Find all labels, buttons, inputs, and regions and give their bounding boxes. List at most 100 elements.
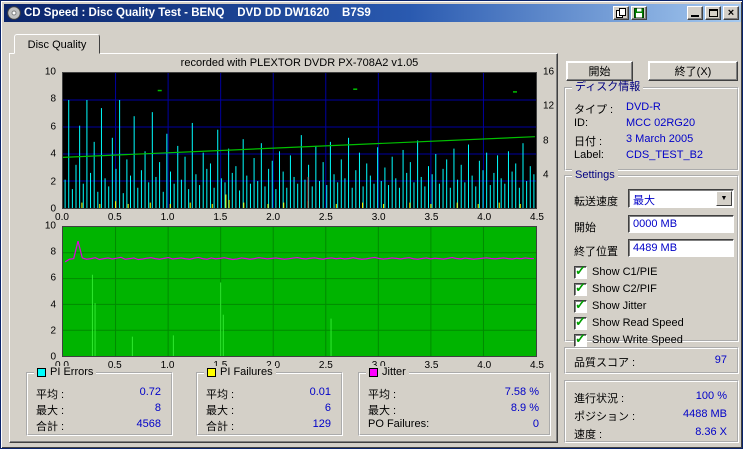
checkbox-icon[interactable]: ✓ [574, 315, 587, 330]
jitter-legend: Jitter 平均 : 7.58 % 最大 : 8.9 % PO Failures:… [358, 366, 551, 436]
checkbox-label: Show C1/PIE [592, 266, 658, 278]
disc-info-row: 日付 : 3 March 2005 [566, 133, 737, 148]
field-label: 開始 [574, 222, 596, 234]
axis-tick-label: 12 [543, 100, 555, 112]
app-window: CD Speed : Disc Quality Test - BENQ DVD … [0, 0, 743, 449]
recorded-with-note: recorded with PLEXTOR DVDR PX-708A2 v1.0… [180, 57, 419, 69]
axis-tick-label: 4.0 [477, 360, 492, 371]
axis-tick-label: 1.5 [213, 212, 228, 223]
save-button[interactable] [631, 6, 647, 20]
pi-failures-legend-title: PI Failures [204, 366, 276, 378]
end-position-field[interactable]: 4489 MB [628, 239, 734, 257]
axis-tick-label: 8 [50, 246, 56, 258]
stat-label: 平均 : [368, 389, 397, 401]
show-read-speed-checkbox[interactable]: ✓ Show Read Speed [574, 315, 684, 330]
stat-row: 平均 : 0.72 [28, 386, 171, 401]
axis-tick-label: 0.5 [107, 212, 122, 223]
jitter-legend-title: Jitter [366, 366, 409, 378]
disc-info-title: ディスク情報 [572, 81, 644, 93]
stat-row: PO Failures: 0 [360, 418, 549, 432]
transfer-speed-value: 最大 [633, 195, 655, 207]
disc-info-row: タイプ : DVD-R [566, 101, 737, 116]
axis-tick-label: 4.5 [530, 360, 544, 371]
disc-quality-panel: recorded with PLEXTOR DVDR PX-708A2 v1.0… [9, 53, 558, 443]
stat-value: 0.72 [139, 386, 161, 398]
show-c2-pif-checkbox[interactable]: ✓ Show C2/PIF [574, 279, 657, 296]
stat-row: 合計 : 129 [198, 418, 341, 433]
transfer-speed-select[interactable]: 最大 ▼ [628, 189, 734, 208]
stat-label: 最大 : [36, 405, 65, 417]
stat-row: 平均 : 0.01 [198, 386, 341, 401]
stat-label: PO Failures: [368, 418, 430, 430]
tab-disc-quality[interactable]: Disc Quality [14, 34, 100, 54]
show-jitter-checkbox[interactable]: ✓ Show Jitter [574, 296, 647, 313]
maximize-icon [708, 9, 718, 17]
settings-group: Settings 転送速度 最大 ▼ 開始 0000 MB 終了位置 4489 … [564, 169, 739, 347]
exit-button[interactable]: 終了(X) [648, 61, 738, 81]
field-value: MCC 02RG20 [626, 117, 696, 129]
settings-title: Settings [572, 169, 618, 181]
disc-info-row: ID: MCC 02RG20 [566, 117, 737, 131]
close-button[interactable]: × [723, 6, 739, 20]
checkbox-icon[interactable]: ✓ [574, 296, 587, 313]
axis-tick-label: 0.5 [107, 360, 122, 371]
axis-tick-label: 3.0 [371, 212, 386, 223]
maximize-button[interactable] [705, 6, 721, 20]
axis-tick-label: 10 [44, 220, 56, 232]
legend-label: Jitter [382, 366, 406, 378]
stat-label: 平均 : [36, 389, 65, 401]
checkbox-label: Show C2/PIF [592, 283, 657, 295]
field-label: ID: [574, 117, 589, 129]
titlebar[interactable]: CD Speed : Disc Quality Test - BENQ DVD … [4, 4, 741, 22]
check-mark-icon: ✓ [575, 279, 586, 295]
stat-value: 4568 [136, 418, 161, 430]
stat-value: 8.9 % [510, 402, 539, 414]
top-chart-y-axis-left: 10 8 6 4 2 0 [36, 67, 58, 215]
checkbox-icon[interactable]: ✓ [574, 279, 587, 296]
check-mark-icon: ✓ [575, 262, 586, 278]
axis-tick-label: 2.5 [318, 212, 333, 223]
checkbox-label: Show Read Speed [592, 317, 684, 329]
start-position-field[interactable]: 0000 MB [628, 215, 734, 233]
axis-tick-label: 6 [50, 121, 56, 133]
pi-errors-chart [62, 72, 537, 209]
field-label: タイプ : [574, 104, 614, 116]
top-chart-y-axis-right: 16 12 8 4 [541, 67, 559, 209]
stat-label: 合計 : [36, 421, 65, 433]
axis-tick-label: 8 [543, 135, 549, 146]
progress-row: 進行状況 : 100 % [566, 390, 737, 405]
disc-info-group: ディスク情報 タイプ : DVD-R ID: MCC 02RG20 日付 : 3 Ma… [564, 81, 739, 171]
axis-tick-label: 1.0 [160, 212, 175, 223]
export-button[interactable] [613, 6, 629, 20]
minimize-button[interactable] [687, 6, 703, 20]
show-write-speed-checkbox[interactable]: ✓ Show Write Speed [574, 332, 683, 347]
start-button[interactable]: 開始 [566, 61, 633, 81]
stat-label: 平均 : [206, 389, 235, 401]
field-value: 3 March 2005 [626, 133, 694, 145]
chevron-down-icon[interactable]: ▼ [716, 191, 732, 206]
axis-tick-label: 2 [50, 176, 56, 188]
checkbox-icon[interactable]: ✓ [574, 332, 587, 347]
checkbox-label: Show Jitter [592, 300, 647, 312]
stat-label: 最大 : [368, 405, 397, 417]
checkbox-label: Show Write Speed [592, 334, 683, 346]
axis-tick-label: 4 [543, 169, 549, 181]
pi-errors-legend: PI Errors 平均 : 0.72 最大 : 8 合計 : 4568 [26, 366, 173, 436]
field-label: 速度 : [574, 429, 603, 441]
field-label: ポジション : [574, 411, 636, 423]
stat-value: 129 [312, 418, 331, 430]
pi-failures-swatch-icon [207, 367, 216, 377]
check-mark-icon: ✓ [575, 296, 586, 312]
axis-tick-label: 4.0 [477, 212, 492, 223]
stat-value: 7.58 % [504, 386, 539, 398]
window-title: CD Speed : Disc Quality Test - BENQ DVD … [24, 7, 371, 19]
show-c1-pie-checkbox[interactable]: ✓ Show C1/PIE [574, 262, 658, 279]
field-label: 日付 : [574, 136, 603, 148]
checkbox-icon[interactable]: ✓ [574, 262, 587, 279]
field-label: 終了位置 [574, 246, 618, 258]
bottom-chart-y-axis-left: 10 8 6 4 2 0 [36, 221, 58, 363]
axis-tick-label: 2.0 [266, 212, 281, 223]
pi-errors-legend-title: PI Errors [34, 366, 97, 378]
stat-row: 合計 : 4568 [28, 418, 171, 433]
stat-label: 合計 : [206, 421, 235, 433]
